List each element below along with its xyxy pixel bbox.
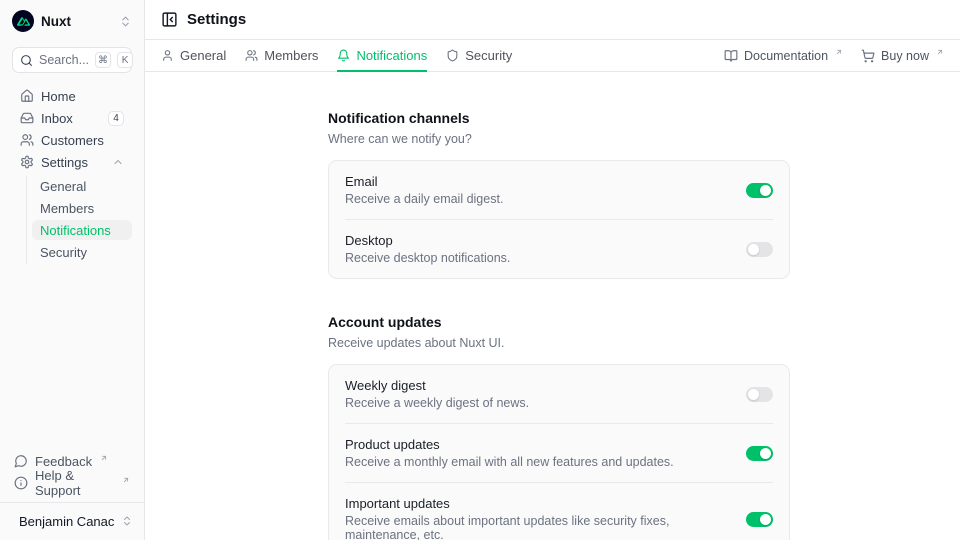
- user-menu[interactable]: Benjamin Canac: [0, 502, 144, 534]
- weekly-digest-toggle[interactable]: [746, 387, 773, 402]
- tab-general[interactable]: General: [161, 40, 226, 72]
- user-name: Benjamin Canac: [19, 514, 114, 529]
- setting-title: Important updates: [345, 496, 734, 511]
- inbox-count-badge: 4: [108, 111, 124, 126]
- buy-now-button[interactable]: Buy now: [861, 49, 944, 63]
- settings-subnav: General Members Notifications Security: [26, 176, 132, 264]
- product-updates-toggle[interactable]: [746, 446, 773, 461]
- documentation-link[interactable]: Documentation: [724, 49, 843, 63]
- sidebar-item-label: Customers: [41, 133, 124, 148]
- kbd-command: ⌘: [95, 52, 111, 68]
- book-open-icon: [724, 49, 738, 63]
- sidebar-nav: Home Inbox 4 Customers Settings: [12, 86, 132, 264]
- bell-icon: [337, 49, 350, 62]
- tab-security[interactable]: Security: [446, 40, 512, 72]
- header-actions: Documentation Buy now: [724, 40, 944, 71]
- nuxt-logo-icon: [12, 10, 34, 32]
- settings-card: Email Receive a daily email digest. Desk…: [328, 160, 790, 279]
- tab-label: Members: [264, 48, 318, 63]
- sidebar-item-settings[interactable]: Settings: [12, 152, 132, 172]
- chevrons-up-down-icon: [121, 515, 133, 527]
- section-notification-channels: Notification channels Where can we notif…: [328, 110, 790, 279]
- setting-description: Receive desktop notifications.: [345, 251, 734, 265]
- gear-icon: [20, 155, 34, 169]
- tab-bar: General Members Notifications: [145, 40, 960, 72]
- chevron-up-icon: [112, 156, 124, 168]
- message-circle-icon: [14, 454, 28, 468]
- section-title: Account updates: [328, 314, 790, 330]
- section-description: Where can we notify you?: [328, 132, 790, 146]
- help-support-label: Help & Support: [35, 468, 114, 498]
- sidebar: Nuxt Search... ⌘ K Home: [0, 0, 145, 540]
- page-title: Settings: [187, 11, 246, 28]
- subnav-item-members[interactable]: Members: [32, 198, 132, 218]
- section-account-updates: Account updates Receive updates about Nu…: [328, 314, 790, 540]
- shield-icon: [446, 49, 459, 62]
- tab-members[interactable]: Members: [245, 40, 318, 72]
- inbox-icon: [20, 111, 34, 125]
- sidebar-item-inbox[interactable]: Inbox 4: [12, 108, 132, 128]
- setting-row-email: Email Receive a daily email digest.: [345, 161, 773, 219]
- setting-row-desktop: Desktop Receive desktop notifications.: [345, 219, 773, 278]
- setting-title: Product updates: [345, 437, 734, 452]
- tab-label: Security: [465, 48, 512, 63]
- setting-description: Receive a daily email digest.: [345, 192, 734, 206]
- team-picker[interactable]: Nuxt: [12, 8, 132, 34]
- user-icon: [161, 49, 174, 62]
- external-link-icon: [835, 48, 843, 56]
- desktop-toggle[interactable]: [746, 242, 773, 257]
- help-support-link[interactable]: Help & Support: [12, 472, 132, 494]
- external-link-icon: [936, 48, 944, 56]
- setting-row-important-updates: Important updates Receive emails about i…: [345, 482, 773, 540]
- tabs: General Members Notifications: [161, 40, 512, 71]
- setting-title: Desktop: [345, 233, 734, 248]
- sidebar-item-label: Inbox: [41, 111, 101, 126]
- external-link-icon: [100, 454, 108, 462]
- search-placeholder: Search...: [39, 53, 89, 67]
- kbd-k: K: [117, 52, 133, 68]
- house-icon: [20, 89, 34, 103]
- setting-description: Receive a weekly digest of news.: [345, 396, 734, 410]
- team-name: Nuxt: [41, 14, 112, 29]
- documentation-label: Documentation: [744, 49, 828, 63]
- sidebar-item-label: Home: [41, 89, 124, 104]
- setting-title: Weekly digest: [345, 378, 734, 393]
- tab-label: General: [180, 48, 226, 63]
- external-link-icon: [122, 476, 130, 484]
- subnav-item-notifications[interactable]: Notifications: [32, 220, 132, 240]
- feedback-label: Feedback: [35, 454, 92, 469]
- important-updates-toggle[interactable]: [746, 512, 773, 527]
- tab-notifications[interactable]: Notifications: [337, 40, 427, 72]
- shopping-cart-icon: [861, 49, 875, 63]
- search-input[interactable]: Search... ⌘ K: [12, 47, 132, 73]
- setting-description: Receive emails about important updates l…: [345, 514, 734, 540]
- tab-label: Notifications: [356, 48, 427, 63]
- section-description: Receive updates about Nuxt UI.: [328, 336, 790, 350]
- setting-description: Receive a monthly email with all new fea…: [345, 455, 734, 469]
- users-icon: [20, 133, 34, 147]
- search-icon: [20, 54, 33, 67]
- sidebar-item-home[interactable]: Home: [12, 86, 132, 106]
- settings-content: Notification channels Where can we notif…: [145, 72, 960, 540]
- sidebar-item-label: Settings: [41, 155, 105, 170]
- subnav-item-general[interactable]: General: [32, 176, 132, 196]
- main-panel: Settings General Members: [145, 0, 960, 540]
- sidebar-item-customers[interactable]: Customers: [12, 130, 132, 150]
- setting-title: Email: [345, 174, 734, 189]
- setting-row-product-updates: Product updates Receive a monthly email …: [345, 423, 773, 482]
- setting-row-weekly-digest: Weekly digest Receive a weekly digest of…: [345, 365, 773, 423]
- panel-collapse-icon[interactable]: [161, 11, 178, 28]
- settings-card: Weekly digest Receive a weekly digest of…: [328, 364, 790, 540]
- buy-now-label: Buy now: [881, 49, 929, 63]
- subnav-item-security[interactable]: Security: [32, 242, 132, 262]
- chevrons-up-down-icon: [119, 15, 132, 28]
- email-toggle[interactable]: [746, 183, 773, 198]
- section-title: Notification channels: [328, 110, 790, 126]
- page-header: Settings: [145, 0, 960, 40]
- app-window: Nuxt Search... ⌘ K Home: [0, 0, 960, 540]
- users-icon: [245, 49, 258, 62]
- info-circle-icon: [14, 476, 28, 490]
